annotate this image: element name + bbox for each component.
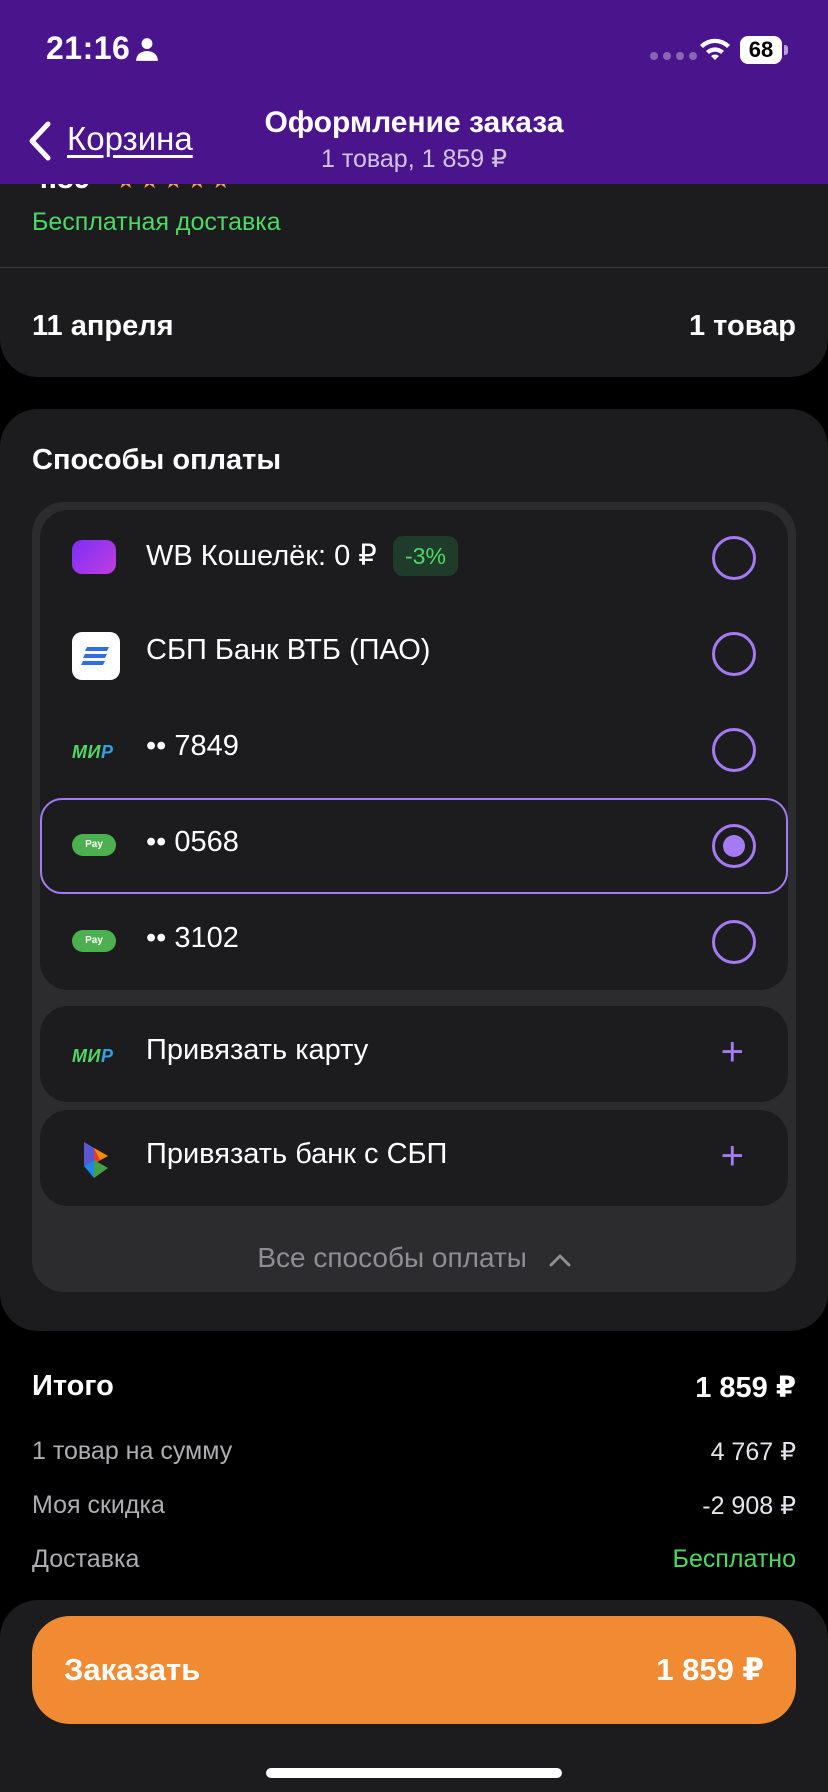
payment-method-label: •• 7849	[146, 730, 239, 762]
divider	[0, 267, 828, 268]
payment-method-label: •• 0568	[146, 826, 239, 858]
discount-label: Моя скидка	[32, 1491, 165, 1519]
radio-button-selected[interactable]	[712, 824, 756, 868]
pay-card-icon: Pay	[72, 834, 116, 856]
delivery-label: Доставка	[32, 1545, 140, 1573]
payment-methods-panel: WB Кошелёк: 0 ₽ -3% СБП Банк ВТБ (ПАО) М…	[32, 502, 796, 1292]
order-button-label: Заказать	[64, 1652, 201, 1687]
mir-card-icon: МИР	[72, 1046, 114, 1066]
discount-value: -2 908 ₽	[702, 1492, 796, 1520]
total-label: Итого	[32, 1370, 114, 1402]
free-delivery-label: Бесплатная доставка	[32, 208, 281, 236]
home-indicator[interactable]	[266, 1768, 562, 1778]
payment-card: Способы оплаты WB Кошелёк: 0 ₽ -3% СБП Б…	[0, 409, 828, 1331]
sbp-logo-icon	[84, 1142, 108, 1178]
page-title: Оформление заказа	[264, 106, 564, 139]
delivery-card: 4.89 ★★★★★ Бесплатная доставка 11 апреля…	[0, 184, 828, 377]
order-button-price: 1 859 ₽	[656, 1652, 764, 1687]
delivery-value: Бесплатно	[672, 1545, 796, 1573]
add-bank-label: Привязать банк с СБП	[146, 1138, 448, 1170]
payment-method-card-3102[interactable]: Pay •• 3102	[40, 894, 788, 990]
order-button[interactable]: Заказать 1 859 ₽	[32, 1616, 796, 1724]
all-payment-methods-toggle[interactable]: Все способы оплаты	[32, 1242, 796, 1274]
add-card-button[interactable]: МИР Привязать карту +	[40, 1006, 788, 1102]
delivery-date: 11 апреля	[32, 310, 174, 342]
pay-card-icon: Pay	[72, 930, 116, 952]
payment-method-card-7849[interactable]: МИР •• 7849	[40, 702, 788, 798]
sbp-bank-icon	[72, 632, 120, 680]
radio-button[interactable]	[712, 728, 756, 772]
radio-button[interactable]	[712, 536, 756, 580]
wallet-icon	[72, 540, 116, 574]
radio-button[interactable]	[712, 920, 756, 964]
plus-icon: +	[720, 1030, 744, 1074]
person-icon	[136, 38, 158, 61]
item-count: 1 товар	[688, 310, 796, 342]
plus-icon: +	[720, 1134, 744, 1178]
payment-method-label: WB Кошелёк: 0 ₽	[146, 540, 377, 572]
pickup-rating: 4.89	[32, 184, 90, 196]
header: 21:16 68 Корзина Оформление заказа 1 тов…	[0, 0, 828, 184]
add-card-label: Привязать карту	[146, 1034, 369, 1066]
page-subtitle: 1 товар, 1 859 ₽	[320, 145, 508, 173]
total-value: 1 859 ₽	[695, 1372, 796, 1404]
chevron-up-icon	[549, 1254, 571, 1267]
radio-button[interactable]	[712, 632, 756, 676]
payment-method-sbp-vtb[interactable]: СБП Банк ВТБ (ПАО)	[40, 606, 788, 702]
discount-badge: -3%	[393, 536, 458, 576]
payment-method-label: СБП Банк ВТБ (ПАО)	[146, 634, 431, 666]
payment-method-label: •• 3102	[146, 922, 239, 954]
subtotal-label: 1 товар на сумму	[32, 1437, 233, 1465]
battery-icon: 68	[740, 36, 782, 64]
cellular-signal-icon	[650, 52, 697, 60]
payment-title: Способы оплаты	[32, 444, 282, 476]
rating-stars-icon: ★★★★★	[116, 184, 235, 194]
status-time: 21:16	[46, 30, 131, 66]
bottom-bar: Заказать 1 859 ₽	[0, 1600, 828, 1792]
wifi-icon	[700, 38, 730, 60]
payment-method-card-0568[interactable]: Pay •• 0568	[40, 798, 788, 894]
payment-method-wallet[interactable]: WB Кошелёк: 0 ₽ -3%	[40, 510, 788, 606]
add-bank-sbp-button[interactable]: Привязать банк с СБП +	[40, 1110, 788, 1206]
mir-card-icon: МИР	[72, 742, 114, 762]
all-methods-label: Все способы оплаты	[257, 1242, 527, 1273]
battery-nub	[784, 45, 788, 55]
payment-methods-list: WB Кошелёк: 0 ₽ -3% СБП Банк ВТБ (ПАО) М…	[40, 510, 788, 990]
subtotal-value: 4 767 ₽	[710, 1438, 796, 1466]
